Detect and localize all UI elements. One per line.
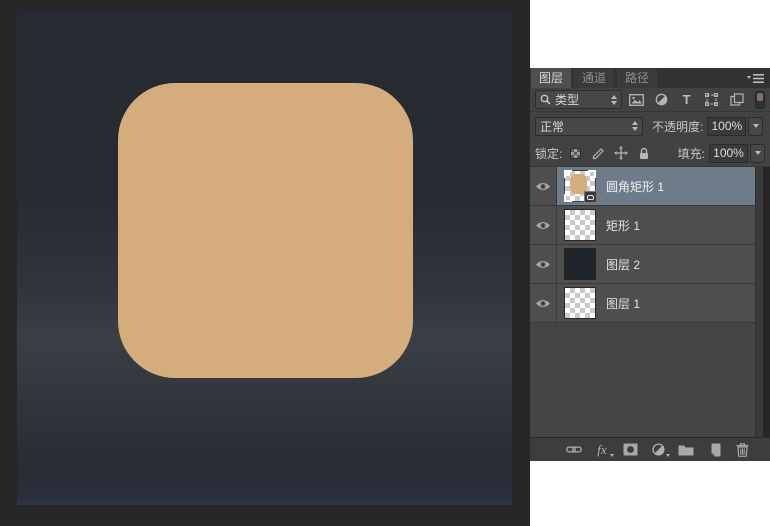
dropdown-arrows-icon bbox=[611, 95, 617, 105]
shape-layer-filter-icon[interactable] bbox=[701, 91, 722, 109]
layer-name: 图层 2 bbox=[606, 256, 640, 273]
visibility-toggle[interactable] bbox=[530, 167, 557, 205]
rounded-rectangle-shape[interactable] bbox=[118, 83, 413, 378]
opacity-label: 不透明度: bbox=[652, 118, 703, 135]
tab-channels[interactable]: 通道 bbox=[574, 68, 614, 88]
layer-filter-row: 类型 T bbox=[530, 88, 770, 112]
layer-row-rounded-rectangle-1[interactable]: 圆角矩形 1 bbox=[530, 167, 755, 206]
panel-tab-bar: 图层 通道 路径 bbox=[530, 68, 770, 88]
dropdown-arrows-icon bbox=[632, 121, 638, 131]
layer-thumbnail-transparent[interactable] bbox=[565, 210, 595, 240]
document-canvas[interactable] bbox=[17, 10, 512, 505]
tab-paths[interactable]: 路径 bbox=[617, 68, 657, 88]
layer-row-layer-1[interactable]: 图层 1 bbox=[530, 284, 755, 323]
type-layer-filter-icon[interactable]: T bbox=[676, 91, 697, 109]
blend-mode-row: 正常 不透明度: 100% bbox=[530, 112, 770, 140]
pixel-layer-filter-icon[interactable] bbox=[626, 91, 647, 109]
layer-name: 圆角矩形 1 bbox=[606, 178, 664, 195]
lock-position-move-icon[interactable] bbox=[611, 144, 631, 162]
filter-kind-label: 类型 bbox=[555, 91, 608, 108]
smart-object-filter-icon[interactable] bbox=[726, 91, 747, 109]
blend-mode-dropdown[interactable]: 正常 bbox=[535, 117, 643, 136]
layers-panel-bottom-bar: fx bbox=[530, 437, 770, 461]
lock-label: 锁定: bbox=[535, 145, 562, 162]
opacity-value[interactable]: 100% bbox=[707, 117, 746, 136]
filter-kind-dropdown[interactable]: 类型 bbox=[535, 90, 622, 109]
visibility-toggle[interactable] bbox=[530, 206, 557, 244]
blend-mode-label: 正常 bbox=[540, 118, 629, 135]
eye-icon bbox=[535, 298, 551, 309]
add-layer-mask-icon[interactable] bbox=[622, 442, 638, 458]
eye-icon bbox=[535, 259, 551, 270]
lock-all-icon[interactable] bbox=[634, 144, 654, 162]
opacity-dropdown-button[interactable] bbox=[748, 117, 763, 136]
lock-transparency-icon[interactable] bbox=[565, 144, 585, 162]
layer-style-fx-icon[interactable]: fx bbox=[594, 442, 610, 458]
adjustment-layer-filter-icon[interactable] bbox=[651, 91, 672, 109]
layer-filtering-toggle[interactable] bbox=[755, 91, 765, 109]
new-group-folder-icon[interactable] bbox=[678, 442, 694, 458]
link-layers-icon[interactable] bbox=[566, 442, 582, 458]
layer-list: 圆角矩形 1 矩形 1 图层 2 bbox=[530, 167, 770, 437]
fill-value[interactable]: 100% bbox=[709, 144, 748, 163]
photoshop-workspace: 图层 通道 路径 类型 bbox=[0, 0, 770, 526]
tab-layers[interactable]: 图层 bbox=[531, 68, 571, 88]
visibility-toggle[interactable] bbox=[530, 284, 557, 322]
shape-layer-badge-icon bbox=[584, 191, 597, 203]
panel-menu-icon[interactable] bbox=[747, 73, 765, 84]
new-layer-icon[interactable] bbox=[706, 442, 722, 458]
layer-thumbnail-shape[interactable] bbox=[565, 171, 595, 201]
visibility-toggle[interactable] bbox=[530, 245, 557, 283]
search-icon bbox=[540, 94, 551, 105]
panel-scrollbar-gutter[interactable] bbox=[755, 167, 770, 437]
eye-icon bbox=[535, 181, 551, 192]
lock-row: 锁定: 填充: 100% bbox=[530, 140, 770, 167]
layer-row-rectangle-1[interactable]: 矩形 1 bbox=[530, 206, 755, 245]
lock-pixels-brush-icon[interactable] bbox=[588, 144, 608, 162]
fill-dropdown-button[interactable] bbox=[750, 144, 765, 163]
fill-label: 填充: bbox=[678, 145, 705, 162]
canvas-workspace bbox=[0, 0, 530, 526]
layer-name: 矩形 1 bbox=[606, 217, 640, 234]
layer-thumbnail-solid[interactable] bbox=[565, 249, 595, 279]
new-adjustment-layer-icon[interactable] bbox=[650, 442, 666, 458]
layers-panel: 图层 通道 路径 类型 bbox=[530, 68, 770, 461]
layer-name: 图层 1 bbox=[606, 295, 640, 312]
layer-thumbnail-transparent[interactable] bbox=[565, 288, 595, 318]
delete-layer-trash-icon[interactable] bbox=[734, 442, 750, 458]
eye-icon bbox=[535, 220, 551, 231]
layer-row-layer-2[interactable]: 图层 2 bbox=[530, 245, 755, 284]
